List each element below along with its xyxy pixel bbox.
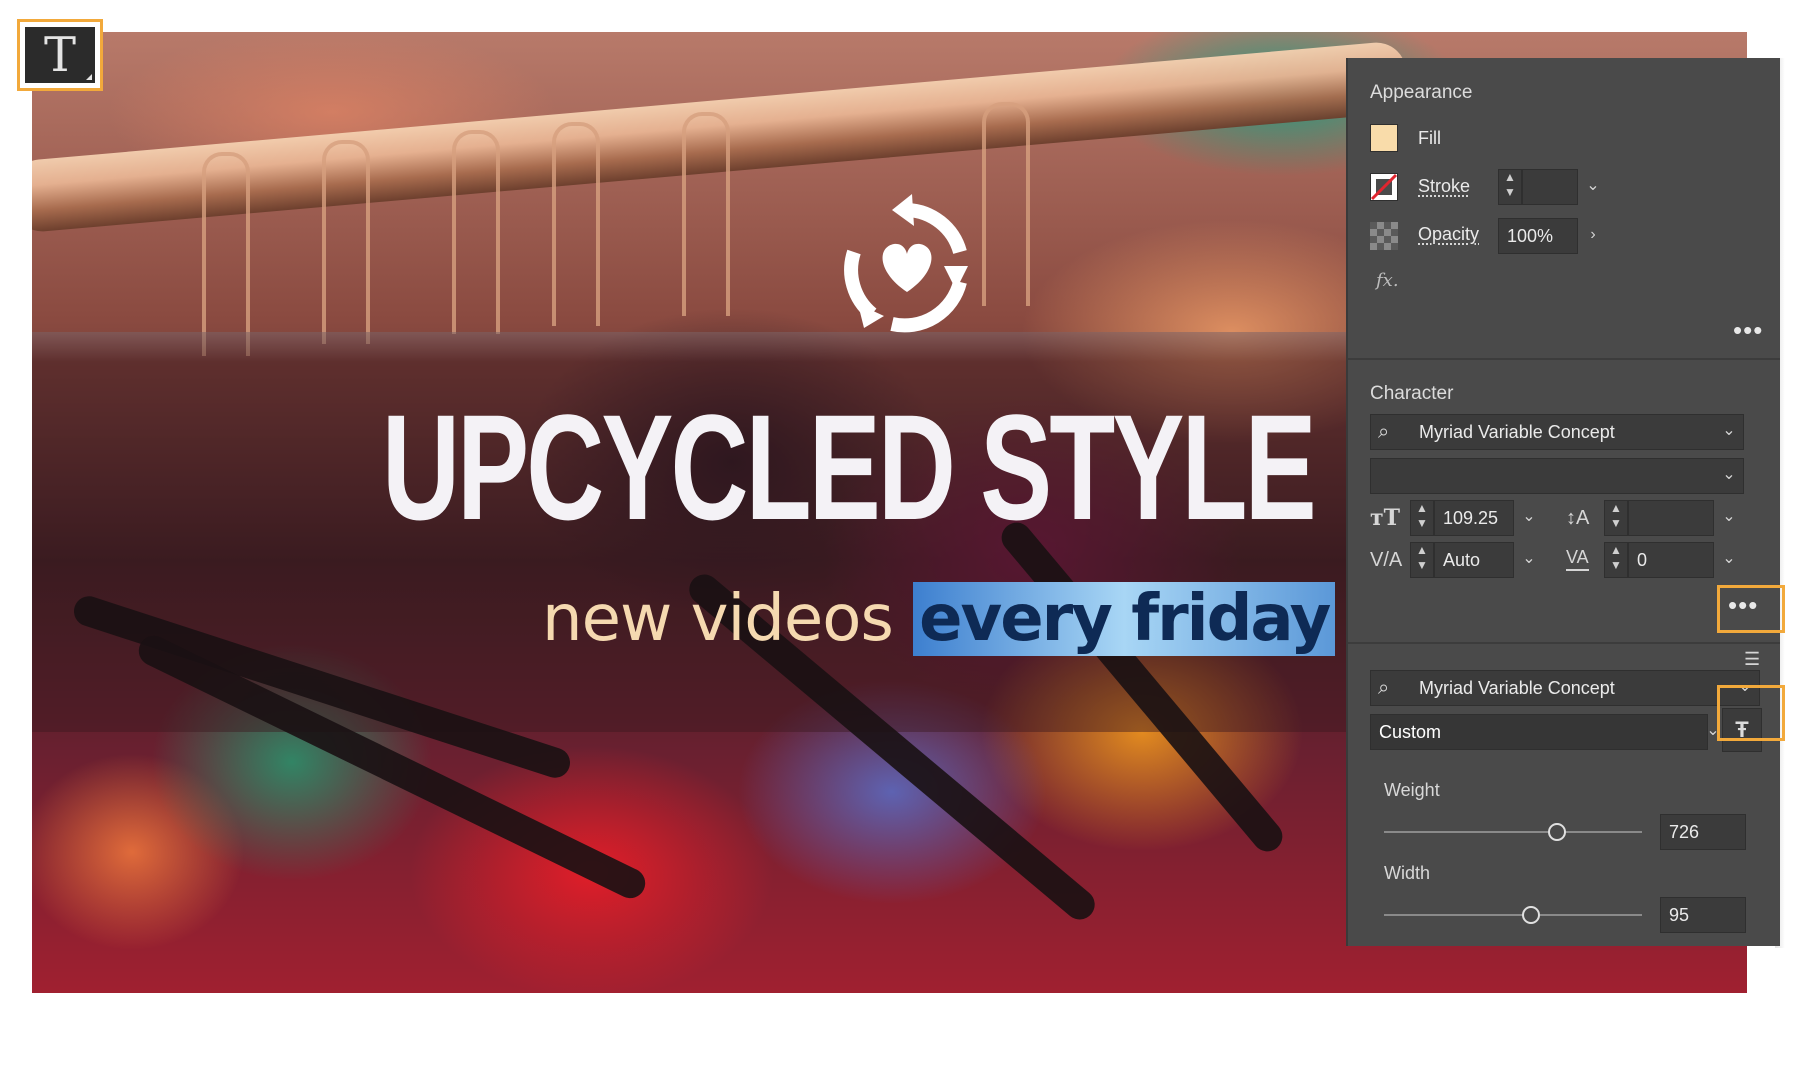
font-style-field[interactable] <box>1370 458 1744 494</box>
recycle-heart-icon <box>832 192 982 342</box>
chevron-down-icon[interactable]: ⌄ <box>1514 542 1544 578</box>
weight-label: Weight <box>1384 780 1440 801</box>
subline-plain: new videos <box>542 582 893 656</box>
font-instance-field[interactable]: Custom <box>1370 714 1708 750</box>
font-size-field[interactable]: 109.25 <box>1434 500 1514 536</box>
stroke-weight-stepper[interactable]: ▲▼ <box>1498 169 1522 205</box>
axes-button-highlight <box>1717 685 1785 741</box>
headline-text[interactable]: UPCYCLED STYLE <box>382 392 1314 542</box>
hanger-hook <box>552 122 600 326</box>
font-size-stepper[interactable]: ▲▼ <box>1410 500 1434 536</box>
font-family-field[interactable]: Myriad Variable Concept <box>1370 414 1744 450</box>
chevron-right-icon[interactable]: › <box>1578 218 1608 254</box>
opacity-field[interactable]: 100% <box>1498 218 1578 254</box>
kerning-stepper[interactable]: ▲▼ <box>1410 542 1434 578</box>
type-tool-highlight[interactable]: T <box>17 19 103 91</box>
hanger-hook <box>322 140 370 344</box>
leading-field[interactable] <box>1628 500 1714 536</box>
chevron-down-icon[interactable]: ⌄ <box>1714 542 1744 578</box>
fx-effects-icon[interactable]: fx. <box>1376 270 1399 291</box>
fill-label: Fill <box>1418 128 1441 149</box>
character-title: Character <box>1370 383 1453 405</box>
tracking-icon: VA <box>1566 545 1589 571</box>
opacity-checker-icon <box>1370 222 1398 250</box>
section-divider <box>1348 642 1780 644</box>
tracking-field[interactable]: 0 <box>1628 542 1714 578</box>
stroke-weight-field[interactable] <box>1522 169 1578 205</box>
leading-stepper[interactable]: ▲▼ <box>1604 500 1628 536</box>
width-label: Width <box>1384 863 1430 884</box>
subline-text[interactable]: new videos every friday <box>542 587 1335 651</box>
subline-selected-text[interactable]: every friday <box>913 582 1335 656</box>
tracking-stepper[interactable]: ▲▼ <box>1604 542 1628 578</box>
hanger-hook <box>982 102 1030 306</box>
type-tool-icon[interactable]: T <box>25 27 95 83</box>
weight-slider-thumb[interactable] <box>1548 823 1566 841</box>
stroke-none-swatch[interactable] <box>1370 173 1398 201</box>
kerning-icon: V/A <box>1370 545 1402 575</box>
font-size-icon: ᴛT <box>1370 503 1400 533</box>
variable-font-family-field[interactable]: Myriad Variable Concept <box>1370 670 1760 706</box>
section-divider <box>1348 358 1780 360</box>
hanger-hook <box>452 130 500 334</box>
appearance-more-options-icon[interactable]: ••• <box>1733 320 1763 340</box>
kerning-field[interactable]: Auto <box>1434 542 1514 578</box>
chevron-down-icon[interactable]: ⌄ <box>1714 500 1744 536</box>
fill-swatch[interactable] <box>1370 124 1398 152</box>
chevron-down-icon[interactable]: ⌄ <box>1714 458 1744 494</box>
chevron-down-icon[interactable]: ⌄ <box>1714 414 1744 450</box>
opacity-label[interactable]: Opacity <box>1418 224 1479 245</box>
more-options-highlight <box>1717 585 1785 633</box>
search-icon: ⌕ <box>1378 673 1389 703</box>
properties-panel: Appearance Fill Stroke ▲▼ ⌄ Opacity 100%… <box>1346 58 1780 946</box>
width-slider-thumb[interactable] <box>1522 906 1540 924</box>
width-slider[interactable] <box>1384 914 1642 916</box>
stroke-label[interactable]: Stroke <box>1418 176 1470 197</box>
hanger-hook <box>202 152 250 356</box>
hanger-hook <box>682 112 730 316</box>
chevron-down-icon[interactable]: ⌄ <box>1578 169 1608 205</box>
width-field[interactable]: 95 <box>1660 897 1746 933</box>
chevron-down-icon[interactable]: ⌄ <box>1514 500 1544 536</box>
weight-slider[interactable] <box>1384 831 1642 833</box>
weight-field[interactable]: 726 <box>1660 814 1746 850</box>
leading-icon: ↕A <box>1566 503 1589 533</box>
appearance-title: Appearance <box>1370 82 1472 104</box>
search-icon: ⌕ <box>1378 417 1389 447</box>
